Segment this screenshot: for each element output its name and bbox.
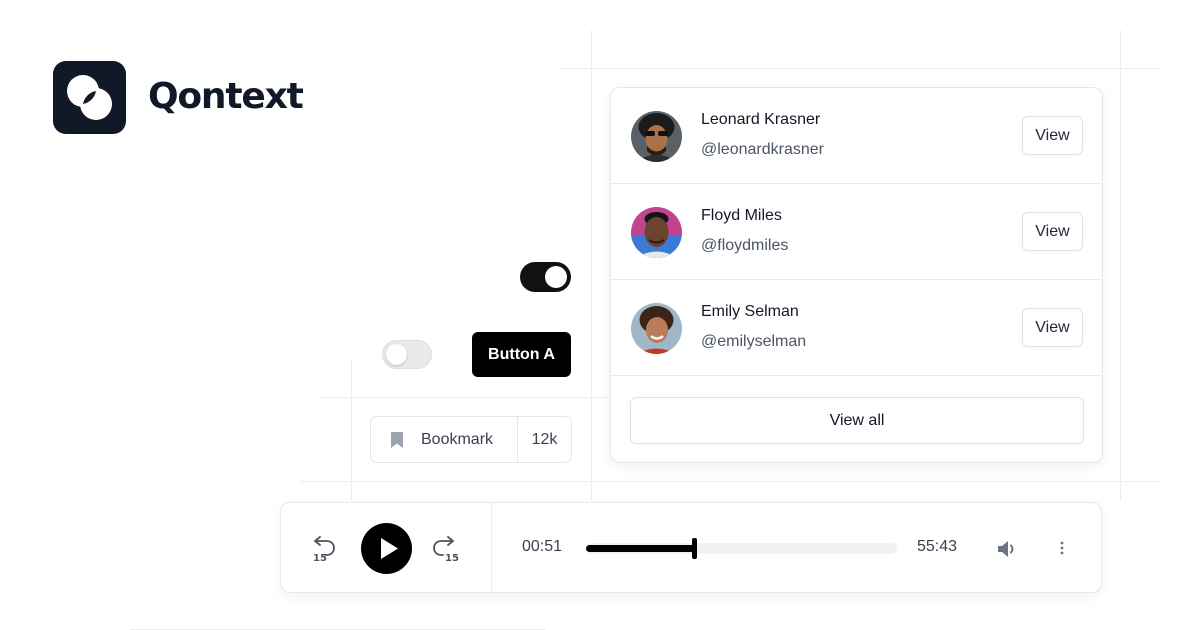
view-button[interactable]: View [1022,212,1083,251]
list-item: Leonard Krasner @leonardkrasner View [611,88,1102,184]
skip-back-label: 15 [313,553,327,563]
list-item: Emily Selman @emilyselman View [611,280,1102,376]
logo-icon [53,61,126,134]
guide-line [1120,30,1121,500]
current-time: 00:51 [522,538,563,555]
view-all-button[interactable]: View all [630,397,1084,444]
brand-name: Qontext [148,76,304,117]
trademark: ™ [294,88,303,98]
toggle-knob [386,344,407,365]
user-handle: @floydmiles [701,237,789,254]
view-button[interactable]: View [1022,116,1083,155]
playback-controls: 15 15 [281,503,492,592]
guide-line [320,397,610,398]
play-button[interactable] [361,523,412,574]
skip-forward-label: 15 [445,553,459,563]
bookmark-button-group: Bookmark 12k [370,416,572,463]
duration: 55:43 [917,538,958,555]
user-list-card: Leonard Krasner @leonardkrasner View Flo… [610,87,1103,463]
avatar [631,111,682,162]
audio-player: 15 15 00:51 55:43 [280,502,1102,593]
guide-line [591,30,592,500]
button-a[interactable]: Button A [472,332,571,377]
guide-line [351,360,352,500]
avatar [631,207,682,258]
progress-handle[interactable] [691,538,697,559]
toggle-switch-off[interactable] [382,340,432,369]
view-button[interactable]: View [1022,308,1083,347]
bookmark-count: 12k [531,430,558,448]
bookmark-icon [391,431,403,448]
more-options-icon[interactable] [1059,539,1065,557]
avatar [631,303,682,354]
progress-track[interactable] [586,538,897,559]
volume-icon[interactable] [995,537,1019,561]
user-handle: @leonardkrasner [701,141,824,158]
user-name: Floyd Miles [701,207,782,224]
toggle-knob [545,266,567,288]
list-item: Floyd Miles @floydmiles View [611,184,1102,280]
progress-fill [586,545,695,552]
bookmark-button[interactable]: Bookmark [371,417,518,462]
play-icon [381,538,398,559]
toggle-switch-on[interactable] [520,262,571,292]
guide-line [560,68,1160,69]
user-name: Emily Selman [701,303,799,320]
user-handle: @emilyselman [701,333,807,350]
rewind-15-icon[interactable]: 15 [311,533,341,563]
bookmark-label: Bookmark [421,430,494,448]
forward-15-icon[interactable]: 15 [431,533,461,563]
user-name: Leonard Krasner [701,111,821,128]
guide-line [300,481,1160,482]
